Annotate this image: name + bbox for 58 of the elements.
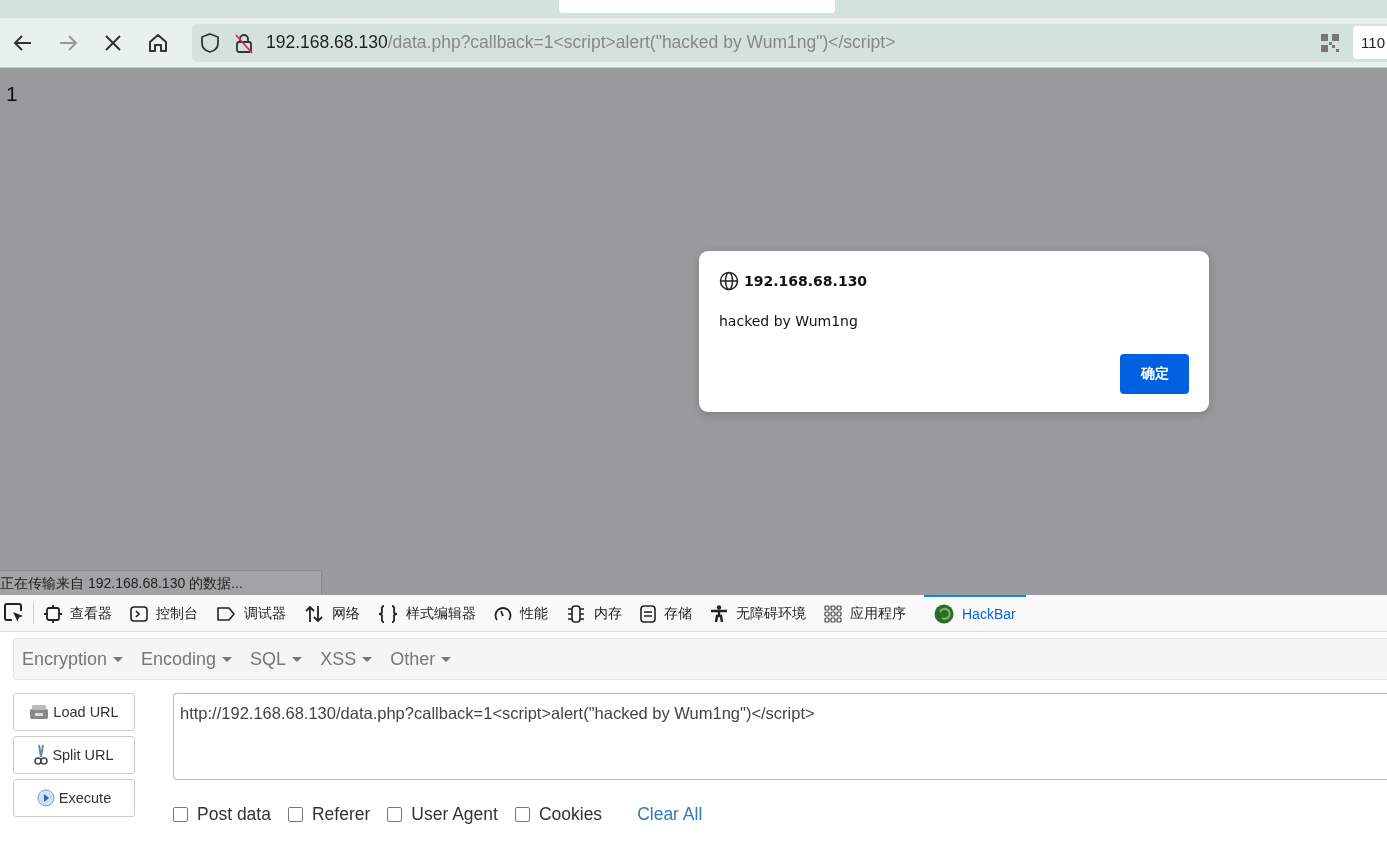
scissors-icon: [34, 744, 49, 766]
status-text: 正在传输来自 192.168.68.130 的数据...: [0, 570, 322, 595]
option-checkbox[interactable]: Post data: [173, 804, 271, 825]
devtools-tab[interactable]: 存储: [640, 594, 702, 632]
address-bar[interactable]: 192.168.68.130/data.php?callback=1<script>alert("hacked by Wum1ng")</script> 110: [192, 23, 1387, 62]
devtools-tab[interactable]: 控制台: [130, 594, 208, 632]
element-picker-icon[interactable]: [3, 602, 34, 624]
broken-lock-icon: [234, 31, 254, 54]
devtools-tab[interactable]: 网络: [304, 594, 370, 632]
url-text: 192.168.68.130/data.php?callback=1<script>alert("hacked by Wum1ng")</script>: [266, 32, 896, 53]
devtools-tab[interactable]: 无障碍环境: [710, 594, 816, 632]
globe-icon: [719, 271, 739, 291]
shield-icon: [200, 31, 220, 54]
caret-icon: [292, 656, 303, 662]
devtools-tab[interactable]: 样式编辑器: [378, 594, 486, 632]
devtools-tab[interactable]: 应用程序: [824, 594, 916, 632]
clear-all-link[interactable]: Clear All: [637, 804, 703, 825]
drive-icon: [29, 704, 50, 720]
devtools-tab[interactable]: 查看器: [44, 594, 122, 632]
chip-icon: [566, 605, 586, 623]
url-input-field[interactable]: http://192.168.68.130/data.php?callback=1<script>alert("hacked by Wum1ng")</script>: [173, 693, 1387, 780]
alert-origin: 192.168.68.130: [744, 273, 868, 289]
grid-icon: [824, 605, 842, 623]
caret-icon: [222, 656, 233, 662]
person-icon: [710, 605, 728, 623]
option-checkbox[interactable]: Cookies: [514, 804, 603, 825]
dropdown-menu[interactable]: Encryption: [20, 648, 126, 670]
dropdown-menu[interactable]: Other: [388, 648, 454, 670]
devtools-tab[interactable]: 调试器: [216, 594, 296, 632]
tag-icon: [216, 605, 236, 623]
home-icon[interactable]: [147, 31, 169, 54]
gauge-icon: [494, 605, 512, 623]
devtools-tab[interactable]: 内存: [566, 594, 632, 632]
zoom-level[interactable]: 110: [1353, 26, 1387, 59]
dropdown-menu[interactable]: SQL: [248, 648, 305, 670]
caret-icon: [362, 656, 373, 662]
caret-icon: [113, 656, 124, 662]
confirm-button[interactable]: 确定: [1120, 354, 1189, 394]
up-down-arrows-icon: [304, 605, 324, 623]
hackbar-button[interactable]: Execute: [13, 779, 135, 817]
devtools-tab[interactable]: 性能: [494, 594, 558, 632]
qr-code-icon[interactable]: [1321, 33, 1340, 52]
option-checkbox[interactable]: Referer: [287, 804, 371, 825]
frame-icon: [44, 605, 62, 623]
option-checkbox[interactable]: User Agent: [387, 804, 498, 825]
dropdown-menu[interactable]: XSS: [318, 648, 375, 670]
console-icon: [130, 605, 148, 623]
alert-message: hacked by Wum1ng: [719, 313, 859, 329]
hackbar-logo-icon: [934, 604, 954, 624]
braces-icon: [378, 605, 398, 623]
hackbar-button[interactable]: Split URL: [13, 736, 135, 774]
caret-icon: [441, 656, 452, 662]
play-icon: [36, 789, 55, 807]
storage-icon: [640, 605, 656, 623]
page-text: 1: [6, 82, 18, 106]
hackbar-button[interactable]: Load URL: [13, 693, 135, 731]
dropdown-menu[interactable]: Encoding: [139, 648, 235, 670]
devtools-tab[interactable]: HackBar: [924, 594, 1026, 632]
